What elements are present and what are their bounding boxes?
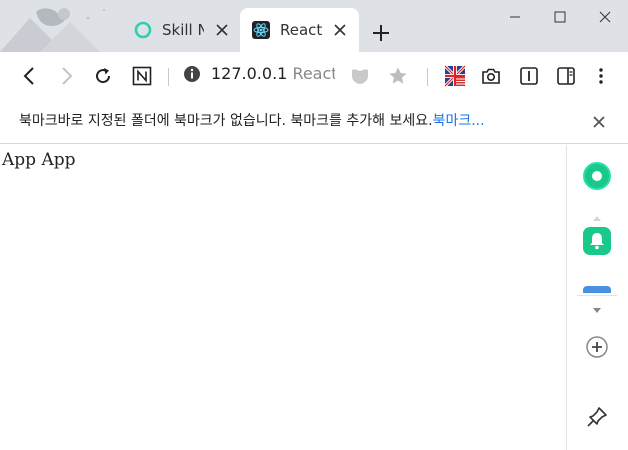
react-atom-icon	[252, 21, 270, 39]
reload-icon	[96, 68, 111, 84]
minimize-icon	[510, 16, 520, 18]
translate-button[interactable]	[441, 62, 469, 90]
side-panel	[566, 145, 628, 450]
reload-button[interactable]	[89, 62, 117, 90]
scroll-up-icon[interactable]	[593, 215, 601, 221]
address-bar[interactable]: 127.0.0.1 React	[211, 64, 335, 84]
arrow-left-icon	[23, 67, 34, 85]
theme-artwork	[0, 0, 130, 52]
minimize-button[interactable]	[492, 0, 538, 34]
bookmark-bar-message: 북마크바로 지정된 폴더에 북마크가 없습니다. 북마크를 추가해 보세요.북마…	[19, 111, 485, 131]
toolbar-separator	[427, 68, 428, 86]
tab-strip: Skill N React	[0, 0, 628, 52]
bookmark-link[interactable]: 북마크...	[433, 113, 485, 129]
tab-skill[interactable]: Skill N	[122, 8, 238, 52]
arrow-right-icon	[62, 67, 73, 85]
scroll-down-icon[interactable]	[593, 308, 601, 314]
panel-divider	[577, 295, 617, 296]
more-vert-icon	[599, 68, 603, 84]
forward-button[interactable]	[52, 62, 80, 90]
url-path: React	[292, 64, 335, 83]
page-content: App App	[0, 145, 566, 450]
close-icon[interactable]	[333, 23, 347, 37]
bookmark-bar: 북마크바로 지정된 폴더에 북마크가 없습니다. 북마크를 추가해 보세요.북마…	[0, 100, 628, 144]
back-button[interactable]	[16, 62, 44, 90]
add-icon[interactable]	[582, 332, 612, 362]
bookmark-empty-text: 북마크바로 지정된 폴더에 북마크가 없습니다. 북마크를 추가해 보세요.	[19, 113, 433, 129]
sidebar-toggle-button[interactable]	[552, 62, 580, 90]
naver-icon	[132, 66, 152, 86]
app-text: App App	[2, 150, 76, 170]
reader-icon	[520, 67, 538, 85]
circle-ring-icon	[134, 21, 152, 39]
reader-button[interactable]	[515, 62, 543, 90]
maximize-button[interactable]	[537, 0, 583, 34]
shield-button[interactable]	[346, 62, 374, 90]
info-icon[interactable]	[183, 65, 201, 83]
tab-title: Skill N	[162, 21, 204, 39]
translate-flag-icon	[444, 65, 466, 87]
naver-button[interactable]	[128, 62, 156, 90]
star-icon	[389, 67, 407, 84]
menu-button[interactable]	[587, 62, 615, 90]
whale-green-icon[interactable]	[582, 161, 612, 191]
close-icon[interactable]	[588, 111, 610, 133]
new-tab-plus-icon[interactable]	[370, 22, 392, 44]
url-host: 127.0.0.1	[211, 64, 288, 83]
toolbar-separator	[168, 68, 169, 86]
capture-button[interactable]	[477, 62, 505, 90]
bell-icon[interactable]	[582, 226, 612, 256]
camera-icon	[482, 68, 500, 84]
sidebar-icon	[557, 67, 575, 85]
pin-icon[interactable]	[582, 402, 612, 432]
close-icon[interactable]	[215, 23, 229, 37]
window-close-button[interactable]	[582, 0, 628, 34]
tab-react[interactable]: React	[240, 8, 359, 52]
tab-title: React	[280, 21, 323, 39]
bookmark-star-button[interactable]	[384, 62, 412, 90]
maximize-icon	[554, 11, 566, 23]
close-icon	[599, 11, 611, 23]
shield-icon	[352, 69, 368, 84]
